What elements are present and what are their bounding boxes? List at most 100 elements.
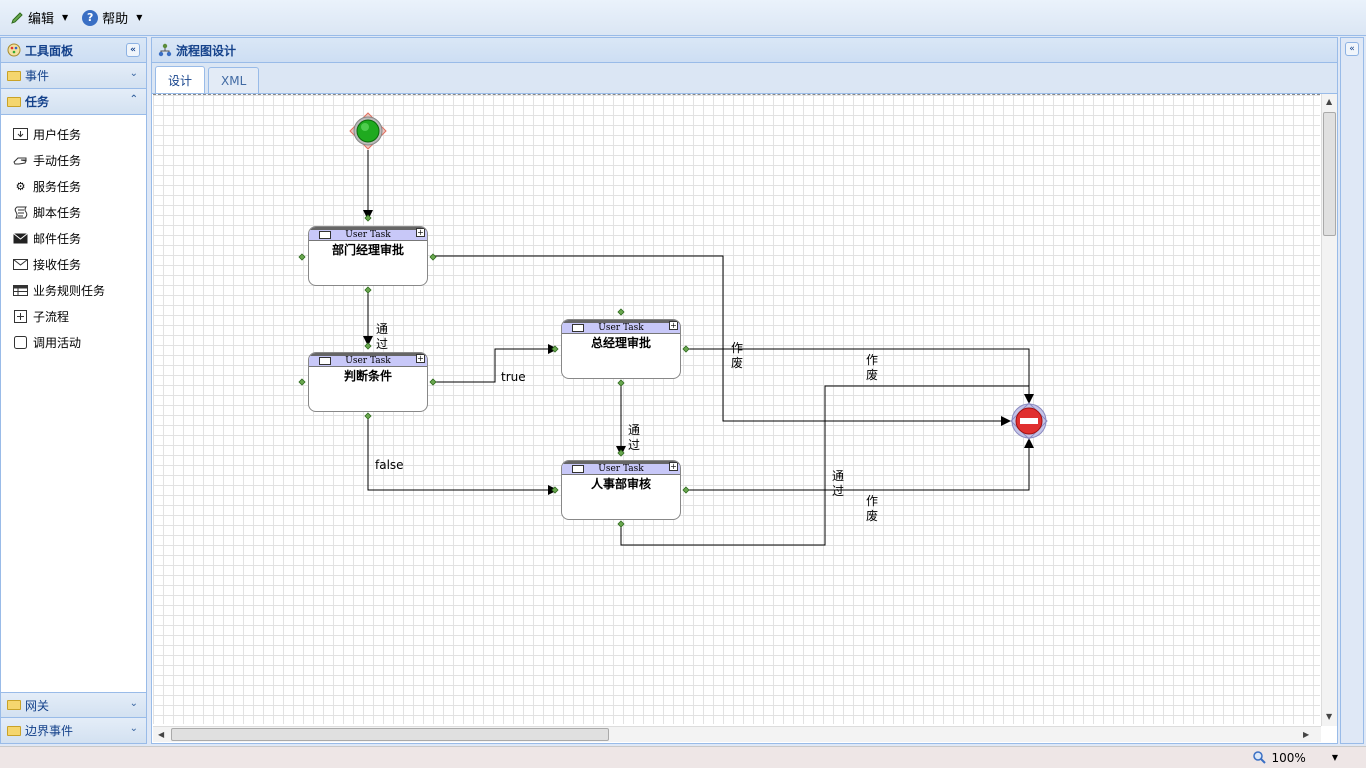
- tasks-section-header[interactable]: 任务 ⌃: [1, 89, 146, 115]
- flow-label: 通过: [628, 423, 641, 452]
- vertical-scroll-thumb[interactable]: [1323, 112, 1336, 236]
- tool-panel-title: 工具面板: [25, 43, 74, 58]
- tool-panel: 工具面板 « 事件 ⌄ 任务 ⌃ 用户任务 手动任务 ⚙ 服务任务 脚本任务 邮…: [0, 37, 147, 744]
- flow-label: 通过: [376, 322, 389, 351]
- handle: [364, 342, 372, 350]
- task-name: 部门经理审批: [331, 243, 404, 257]
- chevron-down-icon: ▼: [136, 13, 143, 22]
- task-item-label: 用户任务: [33, 127, 82, 142]
- handle: [682, 486, 690, 494]
- flow-label: 通过: [832, 469, 845, 498]
- task-item-label: 调用活动: [33, 335, 82, 350]
- handle: [364, 412, 372, 420]
- flow-cond-to-hr: [367, 416, 558, 495]
- task-item-call-activity[interactable]: 调用活动: [1, 329, 146, 355]
- scroll-up-icon[interactable]: ▲: [1326, 97, 1332, 106]
- end-event[interactable]: [1010, 402, 1048, 440]
- user-task-icon: [319, 357, 331, 365]
- task-item-label: 业务规则任务: [33, 283, 106, 298]
- task-type-label: User Task: [345, 230, 391, 240]
- handle: [364, 214, 372, 222]
- mail-filled-icon: [13, 232, 28, 245]
- flow-label: 作废: [866, 494, 879, 523]
- help-menu-button[interactable]: ? 帮助 ▼: [82, 8, 142, 27]
- task-node-gm-approval[interactable]: User Task + 总经理审批: [561, 319, 681, 379]
- task-item-label: 脚本任务: [33, 205, 82, 220]
- hand-icon: [13, 154, 28, 167]
- handle: [551, 486, 559, 494]
- boundary-section-label: 边界事件: [25, 724, 74, 738]
- diagram-canvas[interactable]: User Task + 部门经理审批 User Task + 判断条件 User T…: [153, 94, 1320, 724]
- folder-open-icon: [7, 96, 21, 107]
- flowchart-icon: [158, 43, 172, 57]
- events-section-header[interactable]: 事件 ⌄: [1, 63, 146, 89]
- task-item-label: 手动任务: [33, 153, 82, 168]
- designer-header: 流程图设计: [152, 38, 1337, 63]
- flow-label: 作废: [866, 353, 879, 382]
- flow-label: 作废: [731, 341, 744, 370]
- horizontal-scroll-thumb[interactable]: [171, 728, 609, 741]
- table-icon: [13, 284, 28, 297]
- boundary-section-header[interactable]: 边界事件 ⌄: [1, 718, 146, 744]
- tab-xml[interactable]: XML: [208, 67, 260, 93]
- flow-label: true: [501, 370, 526, 384]
- handle: [682, 345, 690, 353]
- scroll-left-icon[interactable]: ◀: [158, 730, 164, 739]
- handle: [617, 308, 625, 316]
- task-node-dept-approval[interactable]: User Task + 部门经理审批: [308, 226, 428, 286]
- chevron-down-icon[interactable]: ▼: [1332, 753, 1338, 762]
- user-task-icon: [572, 324, 584, 332]
- mail-outline-icon: [13, 258, 28, 271]
- task-item-label: 邮件任务: [33, 231, 82, 246]
- task-item-business-rule[interactable]: 业务规则任务: [1, 277, 146, 303]
- handle: [617, 379, 625, 387]
- task-item-mail[interactable]: 邮件任务: [1, 225, 146, 251]
- edit-menu-label: 编辑: [28, 12, 55, 27]
- user-task-icon: [572, 465, 584, 473]
- task-type-label: User Task: [598, 464, 644, 474]
- collapse-icon: ⌃: [129, 94, 138, 105]
- flow-cond-to-gm: [433, 344, 558, 383]
- user-task-icon: [13, 128, 28, 141]
- flow-label: false: [375, 458, 404, 472]
- task-node-hr-review[interactable]: User Task + 人事部审核: [561, 460, 681, 520]
- designer-title: 流程图设计: [176, 43, 237, 58]
- chevron-down-icon: ▼: [62, 13, 69, 22]
- script-icon: [13, 206, 28, 219]
- vertical-scrollbar[interactable]: ▲ ▼: [1321, 94, 1337, 726]
- zoom-level[interactable]: 100%: [1272, 751, 1306, 765]
- task-item-receive[interactable]: 接收任务: [1, 251, 146, 277]
- expand-plus-icon[interactable]: +: [416, 354, 425, 363]
- task-node-condition[interactable]: User Task + 判断条件: [308, 352, 428, 412]
- task-item-label: 接收任务: [33, 257, 82, 272]
- edit-menu-button[interactable]: 编辑 ▼: [10, 8, 68, 27]
- expand-icon: ⌄: [129, 723, 138, 734]
- pencil-icon: [11, 11, 23, 24]
- scroll-right-icon[interactable]: ▶: [1303, 730, 1309, 739]
- tab-design[interactable]: 设计: [155, 66, 206, 93]
- events-section-label: 事件: [25, 69, 50, 83]
- collapse-left-button[interactable]: «: [126, 43, 140, 57]
- task-item-manual[interactable]: 手动任务: [1, 147, 146, 173]
- start-event[interactable]: [349, 112, 387, 150]
- top-toolbar: 编辑 ▼ ? 帮助 ▼: [0, 0, 1366, 36]
- expand-right-button[interactable]: «: [1345, 42, 1359, 56]
- user-task-icon: [319, 231, 331, 239]
- gateway-section-header[interactable]: 网关 ⌄: [1, 692, 146, 718]
- task-list: 用户任务 手动任务 ⚙ 服务任务 脚本任务 邮件任务 接收任务 业务规则任务 子: [1, 115, 146, 355]
- task-item-service[interactable]: ⚙ 服务任务: [1, 173, 146, 199]
- task-item-script[interactable]: 脚本任务: [1, 199, 146, 225]
- horizontal-scrollbar[interactable]: ◀ ▶: [153, 726, 1321, 742]
- expand-icon: ⌄: [129, 68, 138, 79]
- help-menu-label: 帮助: [102, 12, 129, 27]
- help-icon: ?: [82, 9, 99, 26]
- handle: [429, 378, 437, 386]
- task-item-user[interactable]: 用户任务: [1, 121, 146, 147]
- handle: [429, 253, 437, 261]
- task-item-subprocess[interactable]: 子流程: [1, 303, 146, 329]
- expand-plus-icon[interactable]: +: [669, 462, 678, 471]
- scroll-down-icon[interactable]: ▼: [1326, 712, 1332, 721]
- expand-plus-icon[interactable]: +: [416, 228, 425, 237]
- expand-plus-icon[interactable]: +: [669, 321, 678, 330]
- status-bar: 100% ▼: [0, 746, 1366, 768]
